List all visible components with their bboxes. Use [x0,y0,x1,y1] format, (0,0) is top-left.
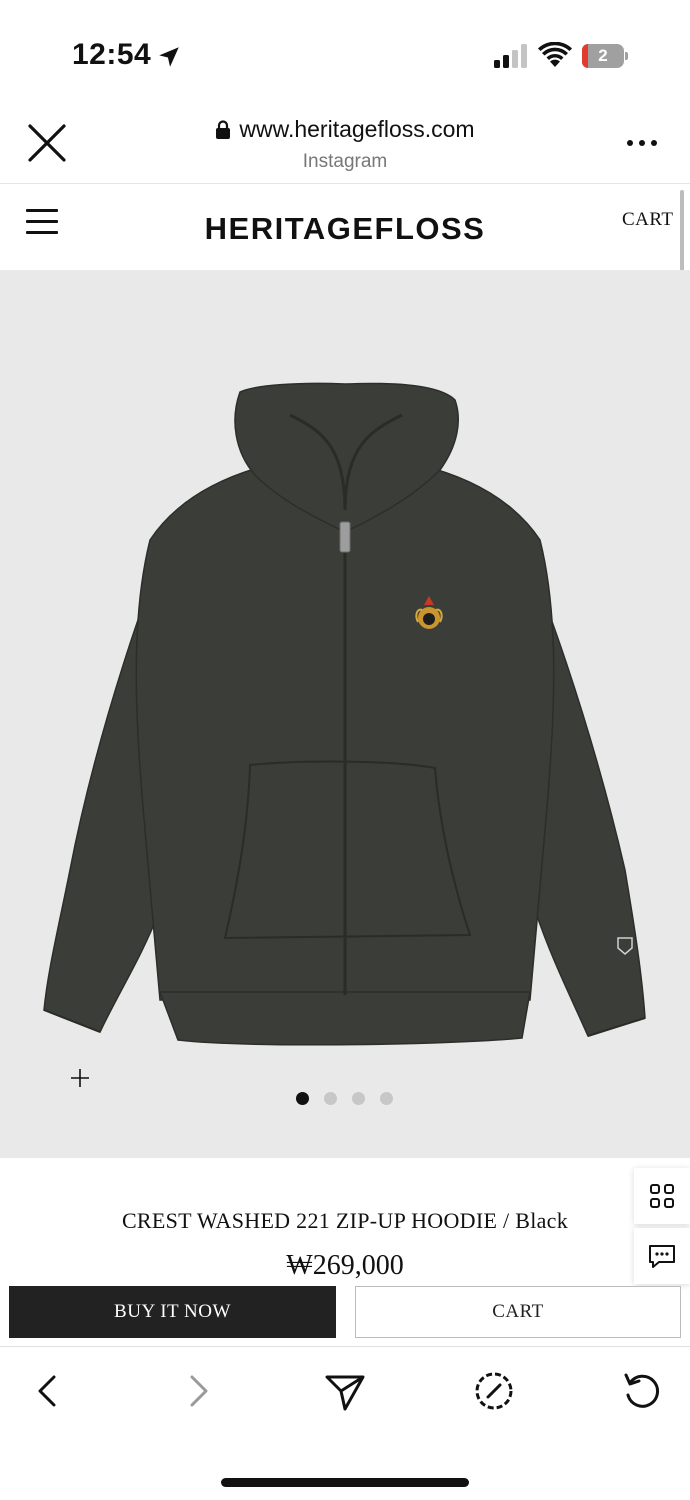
gallery-dots [296,1092,393,1105]
cellular-signal-icon [494,44,527,68]
zoom-plus-icon[interactable] [68,1066,92,1090]
header-cart-link[interactable]: CART [622,209,674,231]
reload-icon[interactable] [620,1369,664,1413]
gallery-dot[interactable] [380,1092,393,1105]
site-logo[interactable]: HERITAGEFLOSS [0,211,690,247]
home-indicator [221,1478,469,1487]
chat-button[interactable] [634,1228,690,1284]
lock-icon [216,119,231,139]
gallery-dot[interactable] [324,1092,337,1105]
browser-header: www.heritagefloss.com Instagram [0,100,690,184]
close-icon[interactable] [26,122,68,164]
product-price: ₩269,000 [286,1250,404,1281]
product-image[interactable] [0,270,690,1158]
add-to-cart-button[interactable]: CART [355,1286,681,1338]
battery-icon: 2 [582,44,628,68]
status-time: 12:54 [72,38,152,71]
address-bar[interactable]: www.heritagefloss.com Instagram [120,116,570,173]
gallery-dot[interactable] [352,1092,365,1105]
status-bar: 12:54 2 [0,0,690,100]
battery-level: 2 [598,46,608,65]
hoodie-photo [43,382,646,1046]
grid-icon [650,1184,674,1208]
location-arrow-icon [159,47,179,67]
product-title: CREST WASHED 221 ZIP-UP HOODIE / Black [121,1208,569,1233]
grid-button[interactable] [634,1168,690,1224]
share-icon[interactable] [323,1369,367,1413]
more-icon[interactable] [622,136,662,150]
site-header: HERITAGEFLOSS CART [0,185,690,270]
safari-compass-icon[interactable] [472,1369,516,1413]
url-text: www.heritagefloss.com [239,116,475,142]
url-source: Instagram [302,150,388,172]
gallery-dot[interactable] [296,1092,309,1105]
back-icon[interactable] [26,1369,70,1413]
chat-icon [649,1245,675,1268]
buy-it-now-button[interactable]: BUY IT NOW [9,1286,336,1338]
forward-icon[interactable] [176,1369,220,1413]
browser-toolbar [0,1346,690,1500]
wifi-icon [538,42,572,67]
